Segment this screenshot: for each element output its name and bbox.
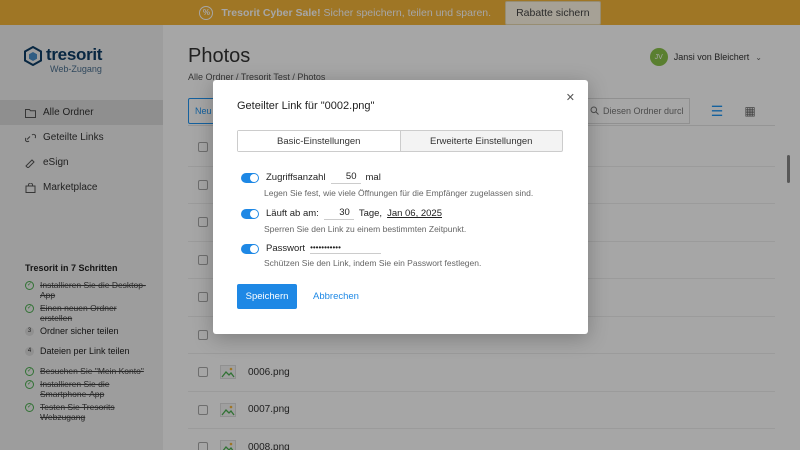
password-label: Passwort xyxy=(266,243,306,254)
expiry-label: Läuft ab am: xyxy=(266,208,319,219)
access-count-setting: Zugriffsanzahl 50 mal Legen Sie fest, wi… xyxy=(241,171,533,198)
access-count-input[interactable]: 50 xyxy=(330,171,361,184)
tab-advanced-settings[interactable]: Erweiterte Einstellungen xyxy=(401,131,563,151)
access-count-unit: mal xyxy=(365,172,381,183)
password-setting: Passwort ••••••••••• Schützen Sie den Li… xyxy=(241,243,481,268)
expiry-unit: Tage, xyxy=(358,208,383,219)
settings-tabs: Basic-Einstellungen Erweiterte Einstellu… xyxy=(237,130,563,152)
expiry-help: Sperren Sie den Link zu einem bestimmten… xyxy=(264,224,467,234)
password-input[interactable]: ••••••••••• xyxy=(310,243,381,254)
close-icon[interactable]: ✕ xyxy=(566,91,575,104)
expiry-setting: Läuft ab am: 30 Tage, Jan 06, 2025 Sperr… xyxy=(241,207,466,234)
expiry-toggle[interactable] xyxy=(241,208,259,219)
expiry-days-input[interactable]: 30 xyxy=(323,207,354,220)
cancel-button[interactable]: Abbrechen xyxy=(313,291,359,302)
expiry-date-picker[interactable]: Jan 06, 2025 xyxy=(387,208,442,219)
share-link-dialog: Geteilter Link für "0002.png" ✕ Basic-Ei… xyxy=(213,80,588,334)
password-toggle[interactable] xyxy=(241,243,259,254)
password-help: Schützen Sie den Link, indem Sie ein Pas… xyxy=(264,258,482,268)
access-count-help: Legen Sie fest, wie viele Öffnungen für … xyxy=(264,188,534,198)
save-button[interactable]: Speichern xyxy=(237,284,297,309)
dialog-title: Geteilter Link für "0002.png" xyxy=(237,100,375,112)
tab-basic-settings[interactable]: Basic-Einstellungen xyxy=(238,131,401,151)
access-count-toggle[interactable] xyxy=(241,172,259,183)
access-count-label: Zugriffsanzahl xyxy=(266,172,326,183)
